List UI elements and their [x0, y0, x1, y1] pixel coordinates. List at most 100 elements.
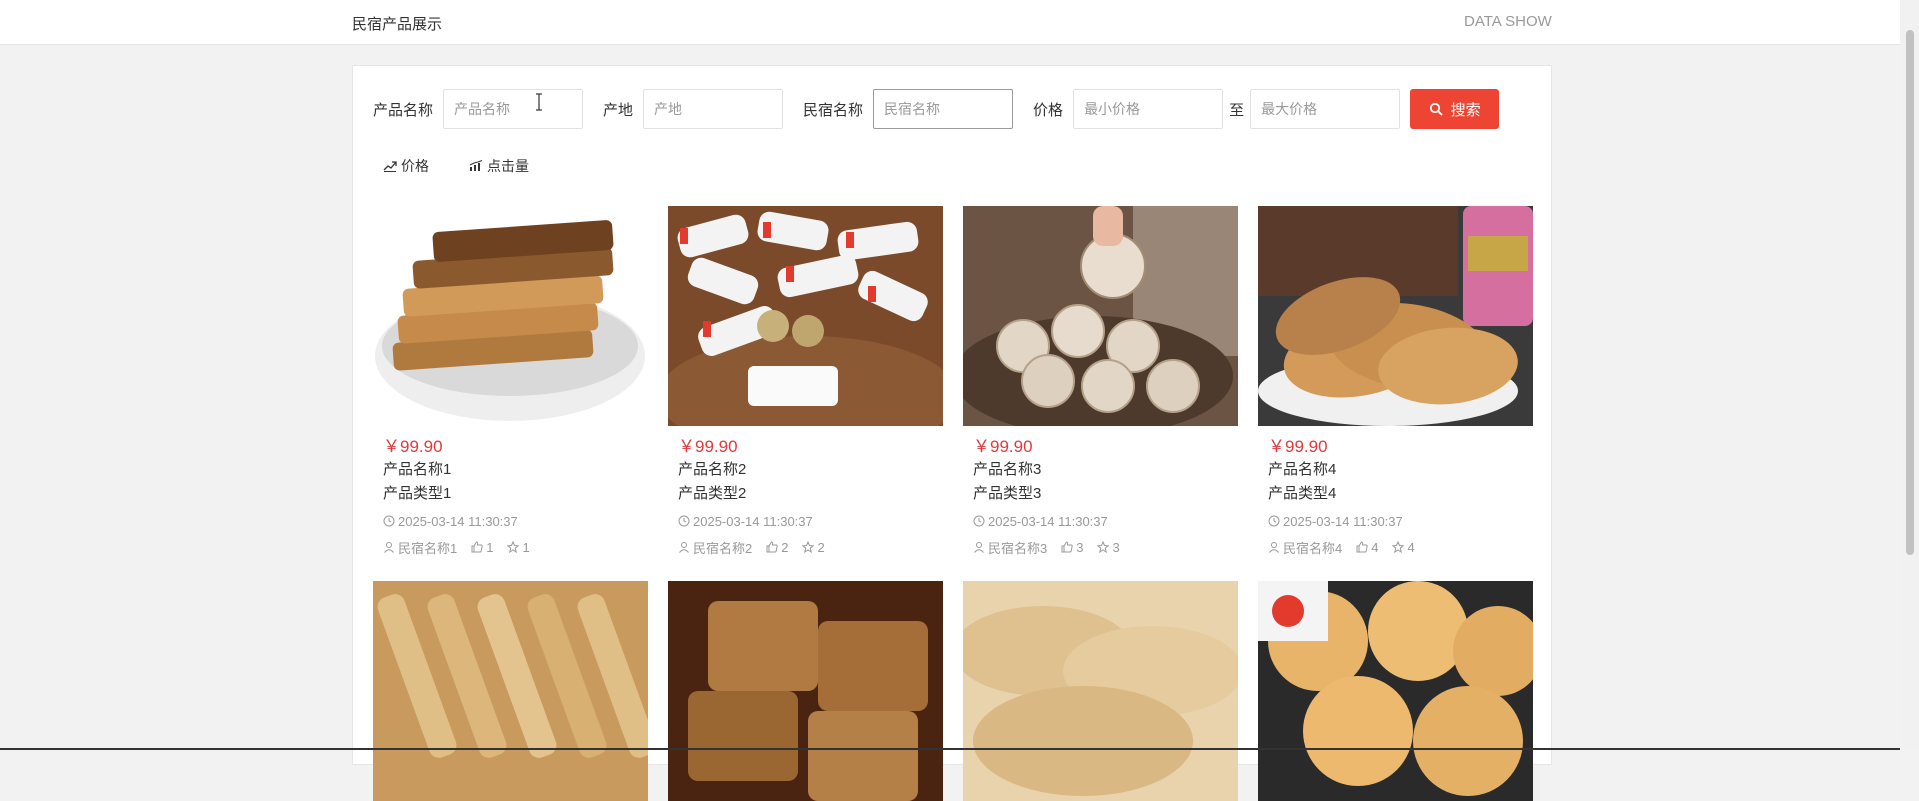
product-name: 产品名称3	[973, 458, 1238, 482]
thumbs-up-icon	[471, 541, 483, 553]
homestay-info: 民宿名称1	[383, 538, 457, 557]
homestay-name: 民宿名称2	[693, 538, 752, 557]
homestay-input[interactable]	[873, 89, 1013, 129]
price-label: 价格	[1033, 99, 1063, 120]
product-type: 产品类型4	[1268, 482, 1533, 506]
product-price: ￥99.90	[1268, 436, 1533, 458]
homestay-name: 民宿名称3	[988, 538, 1047, 557]
product-card[interactable]	[963, 581, 1238, 801]
like-info[interactable]: 4	[1356, 540, 1378, 555]
homestay-name: 民宿名称4	[1283, 538, 1342, 557]
clock-icon	[1268, 515, 1280, 527]
product-image[interactable]	[963, 581, 1238, 801]
favorite-info[interactable]: 4	[1392, 540, 1414, 555]
clock-icon	[678, 515, 690, 527]
favorite-info[interactable]: 2	[802, 540, 824, 555]
product-time-text: 2025-03-14 11:30:37	[1283, 514, 1403, 529]
like-info[interactable]: 2	[766, 540, 788, 555]
data-show-label: DATA SHOW	[1464, 13, 1552, 30]
product-card[interactable]: ￥99.90 产品名称1 产品类型1 2025-03-14 11:30:37 民…	[373, 206, 648, 556]
like-count: 1	[486, 540, 493, 555]
clock-icon	[383, 515, 395, 527]
product-meta: 民宿名称4 4 4	[1268, 538, 1533, 556]
product-time: 2025-03-14 11:30:37	[1268, 512, 1533, 530]
product-card[interactable]	[668, 581, 943, 801]
homestay-info: 民宿名称3	[973, 538, 1047, 557]
product-price: ￥99.90	[383, 436, 648, 458]
product-time-text: 2025-03-14 11:30:37	[693, 514, 813, 529]
product-panel: 产品名称 产地 民宿名称 价格 至 搜索 价格	[352, 65, 1552, 765]
product-price: ￥99.90	[973, 436, 1238, 458]
product-meta: 民宿名称3 3 3	[973, 538, 1238, 556]
like-count: 4	[1371, 540, 1378, 555]
favorite-count: 4	[1407, 540, 1414, 555]
like-info[interactable]: 1	[471, 540, 493, 555]
favorite-info[interactable]: 1	[507, 540, 529, 555]
product-name-input[interactable]	[443, 89, 583, 129]
product-name-label: 产品名称	[373, 99, 433, 120]
favorite-count: 2	[817, 540, 824, 555]
clock-icon	[973, 515, 985, 527]
search-icon	[1429, 102, 1443, 116]
like-count: 2	[781, 540, 788, 555]
product-type: 产品类型2	[678, 482, 943, 506]
product-name: 产品名称1	[383, 458, 648, 482]
homestay-label: 民宿名称	[803, 99, 863, 120]
product-card[interactable]: ￥99.90 产品名称3 产品类型3 2025-03-14 11:30:37 民…	[963, 206, 1238, 556]
thumbs-up-icon	[766, 541, 778, 553]
origin-label: 产地	[603, 99, 633, 120]
min-price-input[interactable]	[1073, 89, 1223, 129]
product-image[interactable]	[1258, 581, 1533, 801]
sort-by-price[interactable]: 价格	[383, 156, 429, 176]
user-icon	[383, 541, 395, 553]
search-button[interactable]: 搜索	[1410, 89, 1499, 129]
product-card[interactable]: ￥99.90 产品名称2 产品类型2 2025-03-14 11:30:37 民…	[668, 206, 943, 556]
site-title[interactable]: 民宿产品展示	[352, 13, 442, 34]
scrollbar-thumb[interactable]	[1906, 30, 1914, 555]
user-icon	[1268, 541, 1280, 553]
sort-by-clicks[interactable]: 点击量	[469, 156, 529, 176]
product-card[interactable]: ￥99.90 产品名称4 产品类型4 2025-03-14 11:30:37 民…	[1258, 206, 1533, 556]
favorite-count: 1	[522, 540, 529, 555]
max-price-input[interactable]	[1250, 89, 1400, 129]
sort-clicks-label: 点击量	[487, 156, 529, 176]
thumbs-up-icon	[1061, 541, 1073, 553]
star-icon	[802, 541, 814, 553]
text-cursor-icon	[534, 93, 544, 111]
product-card[interactable]	[373, 581, 648, 801]
product-image[interactable]	[1258, 206, 1533, 426]
product-image[interactable]	[373, 206, 648, 426]
product-image[interactable]	[668, 581, 943, 801]
star-icon	[1097, 541, 1109, 553]
page-scrollbar[interactable]	[1900, 0, 1919, 750]
star-icon	[507, 541, 519, 553]
like-count: 3	[1076, 540, 1083, 555]
product-time-text: 2025-03-14 11:30:37	[988, 514, 1108, 529]
product-image[interactable]	[668, 206, 943, 426]
thumbs-up-icon	[1356, 541, 1368, 553]
product-time: 2025-03-14 11:30:37	[973, 512, 1238, 530]
product-price: ￥99.90	[678, 436, 943, 458]
price-to-label: 至	[1229, 99, 1244, 120]
origin-input[interactable]	[643, 89, 783, 129]
product-name: 产品名称2	[678, 458, 943, 482]
product-image[interactable]	[373, 581, 648, 801]
favorite-count: 3	[1112, 540, 1119, 555]
like-info[interactable]: 3	[1061, 540, 1083, 555]
top-bar: 民宿产品展示 DATA SHOW	[0, 0, 1900, 45]
homestay-info: 民宿名称2	[678, 538, 752, 557]
product-name: 产品名称4	[1268, 458, 1533, 482]
product-meta: 民宿名称1 1 1	[383, 538, 648, 556]
product-meta: 民宿名称2 2 2	[678, 538, 943, 556]
trend-icon	[383, 160, 397, 172]
product-time: 2025-03-14 11:30:37	[678, 512, 943, 530]
product-time: 2025-03-14 11:30:37	[383, 512, 648, 530]
favorite-info[interactable]: 3	[1097, 540, 1119, 555]
product-card[interactable]	[1258, 581, 1533, 801]
homestay-info: 民宿名称4	[1268, 538, 1342, 557]
user-icon	[678, 541, 690, 553]
sort-options: 价格 点击量	[383, 156, 529, 176]
product-image[interactable]	[963, 206, 1238, 426]
user-icon	[973, 541, 985, 553]
search-button-label: 搜索	[1451, 99, 1481, 120]
